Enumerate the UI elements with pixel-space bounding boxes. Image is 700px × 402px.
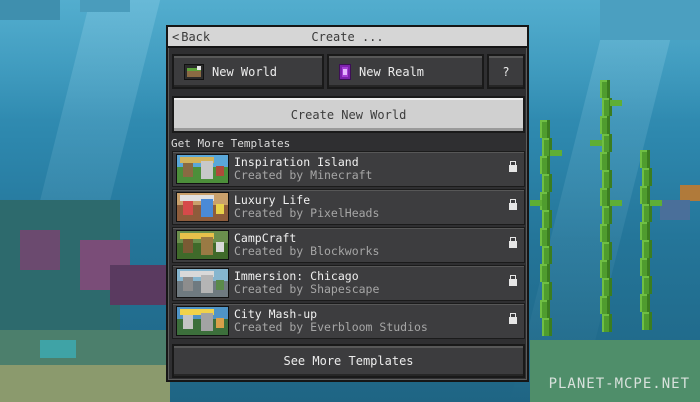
template-row[interactable]: Luxury Life Created by PixelHeads [172,189,525,225]
template-thumbnail [176,268,229,298]
sand [0,365,170,402]
rock-block [600,0,700,40]
lock-icon [509,237,517,248]
seafloor [530,340,700,402]
template-row[interactable]: CampCraft Created by Blockworks [172,227,525,263]
create-dialog: < Back Create ... New World New Realm ? … [166,25,529,382]
template-row[interactable]: Inspiration Island Created by Minecraft [172,151,525,187]
page-title: Create ... [311,30,384,44]
template-thumbnail [176,306,229,336]
template-creator: Created by PixelHeads [234,206,380,220]
template-creator: Created by Shapescape [234,282,380,296]
coral-block [40,340,76,358]
fish [680,185,700,201]
create-tabs: New World New Realm ? [172,54,525,89]
tab-label: New Realm [359,64,425,79]
tab-new-realm[interactable]: New Realm [327,54,484,89]
lock-icon [509,275,517,286]
create-new-world-button[interactable]: Create New World [172,96,525,133]
templates-section-label: Get More Templates [171,137,291,150]
rock-block [80,0,130,12]
realm-icon [339,63,351,80]
tab-label: New World [212,64,278,79]
template-thumbnail [176,154,229,184]
help-button[interactable]: ? [487,54,525,89]
lock-icon [509,199,517,210]
template-thumbnail [176,192,229,222]
lock-icon [509,161,517,172]
template-row[interactable]: City Mash-up Created by Everbloom Studio… [172,303,525,339]
coral-block [20,230,60,270]
template-creator: Created by Minecraft [234,168,373,182]
watermark: PLANET-MCPE.NET [548,376,690,392]
lock-icon [509,313,517,324]
rock-block [0,0,60,20]
see-more-templates-button[interactable]: See More Templates [172,344,525,378]
title-bar: < Back Create ... [168,27,527,48]
template-list: Inspiration Island Created by Minecraft … [172,151,525,339]
template-creator: Created by Blockworks [234,244,380,258]
template-row[interactable]: Immersion: Chicago Created by Shapescape [172,265,525,301]
help-icon: ? [502,64,510,79]
rock-block [660,200,690,220]
template-creator: Created by Everbloom Studios [234,320,428,334]
world-icon [184,63,204,80]
coral-block [110,265,166,305]
tab-new-world[interactable]: New World [172,54,324,89]
template-thumbnail [176,230,229,260]
